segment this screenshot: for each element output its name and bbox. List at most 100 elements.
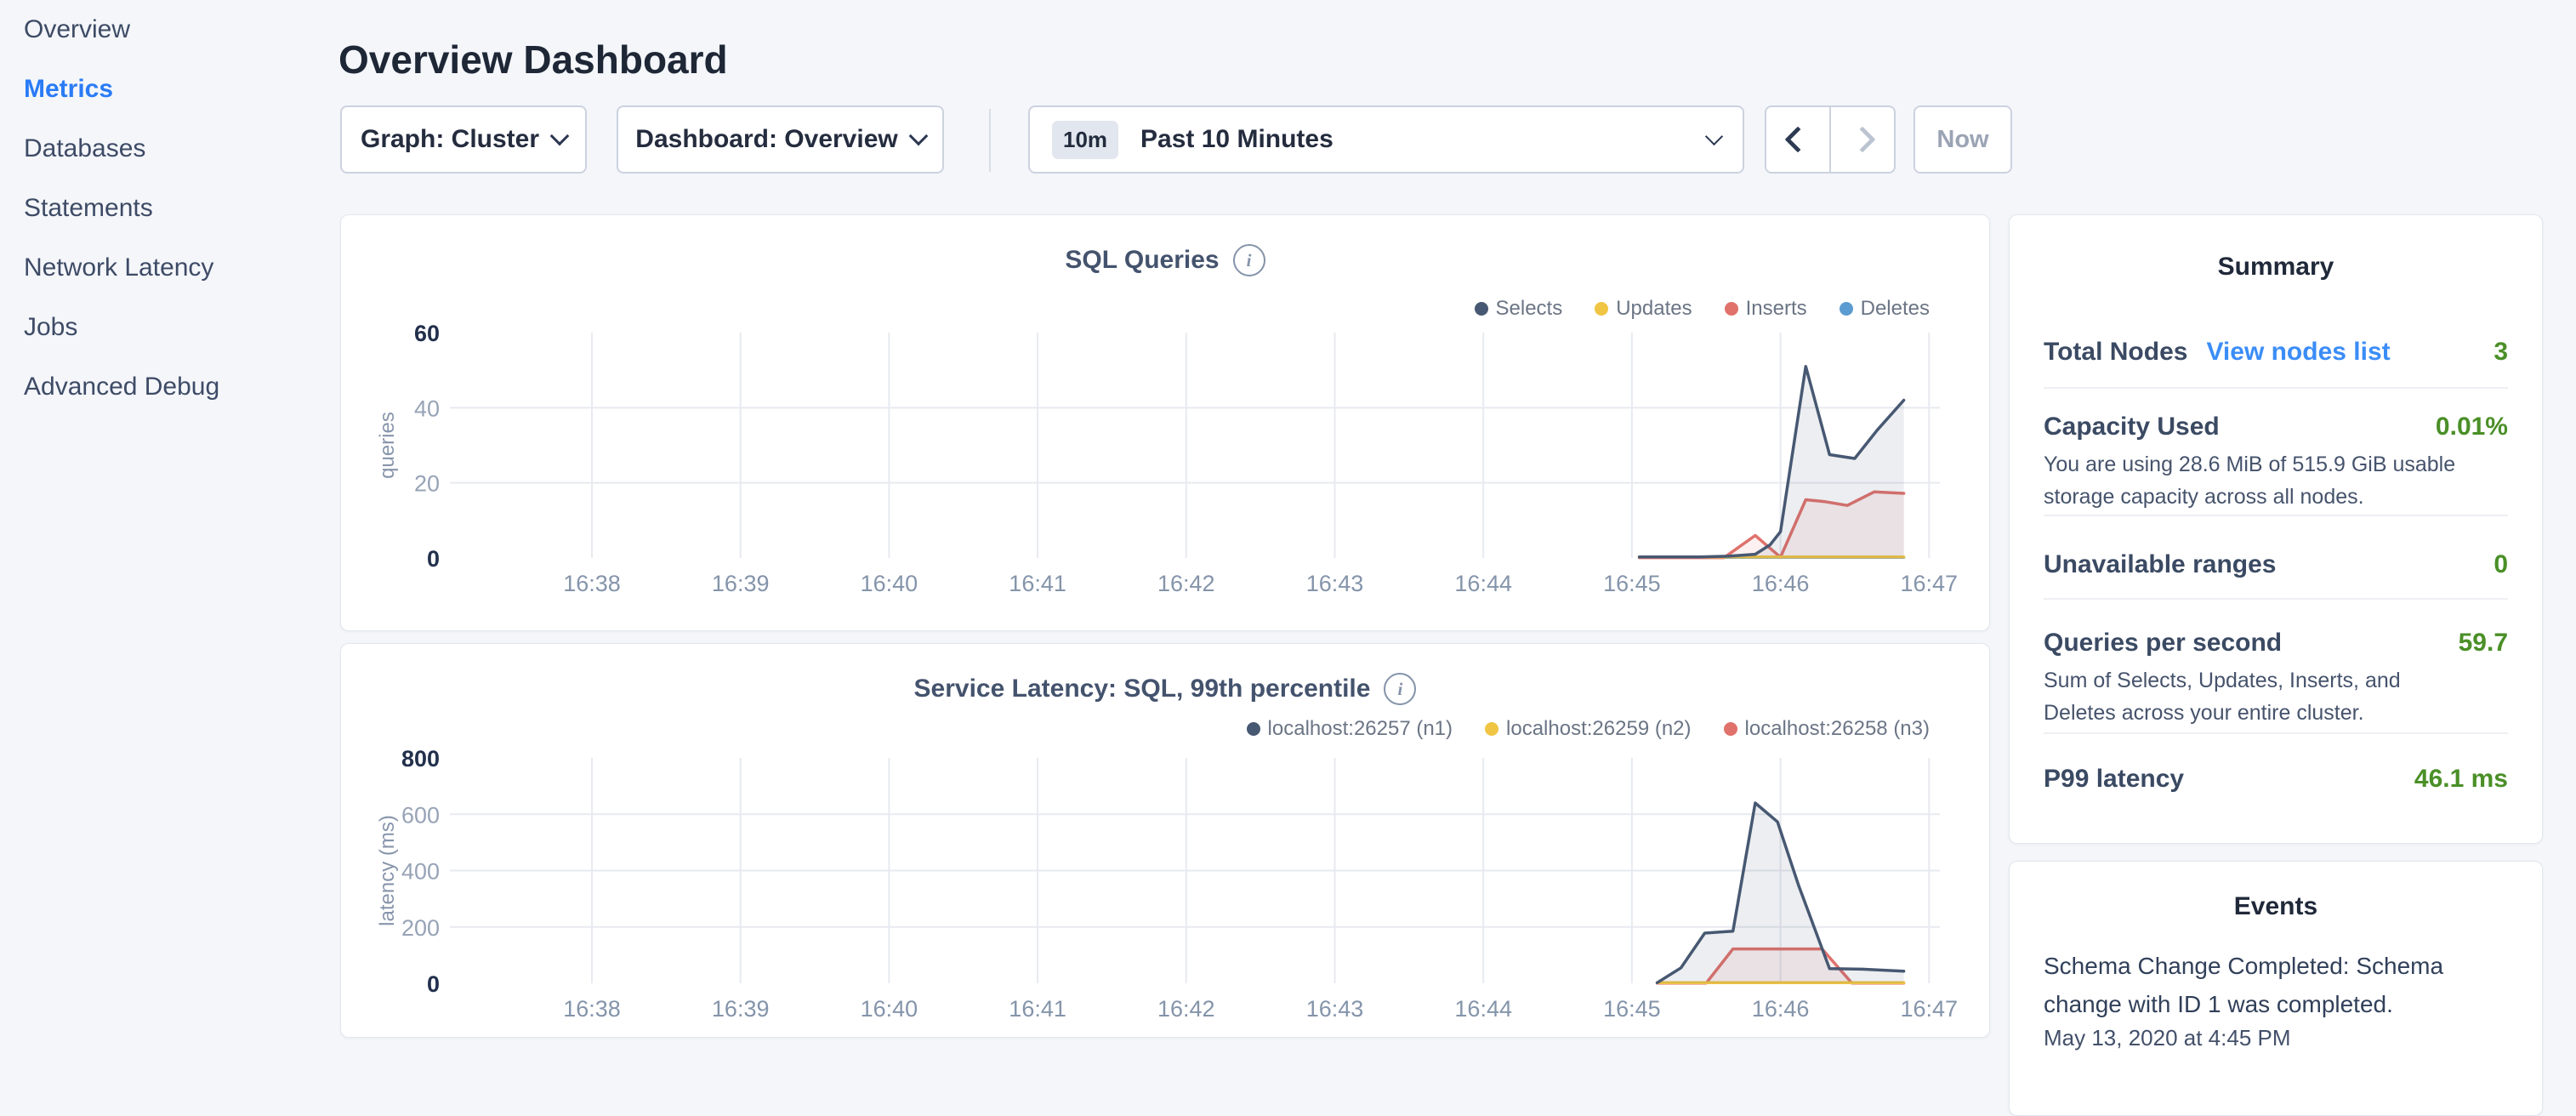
svg-text:200: 200 [401, 915, 440, 941]
time-range-label: Past 10 Minutes [1140, 125, 1333, 154]
svg-text:16:39: 16:39 [712, 571, 770, 596]
sidebar-item-advanced-debug[interactable]: Advanced Debug [24, 357, 313, 417]
legend-dot-icon [1475, 302, 1488, 316]
chevron-down-icon [908, 127, 928, 146]
summary-row-queries-per-second: Queries per second 59.7 [2044, 629, 2508, 658]
event-message[interactable]: Schema Change Completed: Schema change w… [2044, 947, 2448, 1023]
divider [2044, 387, 2508, 389]
summary-title: Summary [2010, 253, 2542, 282]
legend-dot-icon [1725, 302, 1738, 316]
chart-title: SQL Queries i [341, 244, 1989, 276]
svg-text:16:44: 16:44 [1454, 996, 1512, 1022]
service-latency-plot[interactable]: 16:38 16:39 16:40 16:41 16:42 16:43 16:44 16:45… [358, 741, 1974, 1039]
sidebar-nav: Overview Metrics Databases Statements Ne… [24, 0, 313, 417]
legend-dot-icon [1485, 722, 1498, 736]
sidebar-item-metrics[interactable]: Metrics [24, 60, 313, 119]
svg-text:16:40: 16:40 [861, 996, 918, 1022]
chevron-right-icon [1849, 126, 1875, 152]
time-nav-arrows [1765, 105, 1896, 174]
dashboard-selector-dropdown[interactable]: Dashboard: Overview [617, 105, 944, 174]
summary-row-total-nodes: Total Nodes View nodes list 3 [2044, 338, 2508, 367]
sidebar-item-overview[interactable]: Overview [24, 0, 313, 60]
summary-value: 0.01% [2436, 413, 2508, 441]
summary-label: P99 latency [2044, 765, 2184, 794]
legend-dot-icon [1247, 722, 1260, 736]
summary-value: 59.7 [2459, 629, 2508, 658]
time-range-selector[interactable]: 10m Past 10 Minutes [1028, 105, 1744, 174]
svg-text:0: 0 [427, 546, 440, 572]
dashboard-selector-label: Dashboard: Overview [635, 125, 897, 154]
svg-text:16:47: 16:47 [1901, 996, 1959, 1022]
svg-text:60: 60 [414, 321, 440, 346]
svg-text:16:41: 16:41 [1009, 571, 1066, 596]
legend-item: localhost:26257 (n1) [1247, 717, 1453, 741]
legend-label: localhost:26259 (n2) [1506, 717, 1691, 741]
summary-label: Queries per second [2044, 629, 2282, 658]
svg-text:latency (ms): latency (ms) [376, 815, 399, 926]
svg-text:16:38: 16:38 [563, 571, 621, 596]
svg-text:16:43: 16:43 [1306, 996, 1364, 1022]
summary-description: Sum of Selects, Updates, Inserts, and De… [2044, 664, 2473, 729]
svg-text:16:38: 16:38 [563, 996, 621, 1022]
svg-text:queries: queries [376, 412, 399, 479]
summary-value: 3 [2494, 338, 2508, 367]
svg-text:16:47: 16:47 [1901, 571, 1959, 596]
svg-text:16:46: 16:46 [1752, 996, 1810, 1022]
svg-text:16:42: 16:42 [1157, 571, 1215, 596]
svg-text:0: 0 [427, 971, 440, 997]
controls-divider [989, 109, 991, 172]
summary-panel: Summary Total Nodes View nodes list 3 Ca… [2009, 214, 2543, 844]
svg-text:16:40: 16:40 [861, 571, 918, 596]
svg-text:16:39: 16:39 [712, 996, 770, 1022]
legend-dot-icon [1840, 302, 1853, 316]
summary-row-unavailable-ranges: Unavailable ranges 0 [2044, 550, 2508, 579]
events-title: Events [2010, 892, 2542, 921]
chart-legend: localhost:26257 (n1) localhost:26259 (n2)… [1247, 717, 1930, 741]
summary-description: You are using 28.6 MiB of 515.9 GiB usab… [2044, 448, 2473, 513]
now-button[interactable]: Now [1914, 105, 2012, 174]
sidebar-item-network-latency[interactable]: Network Latency [24, 238, 313, 298]
chart-title-text: Service Latency: SQL, 99th percentile [914, 675, 1371, 703]
legend-label: localhost:26258 (n3) [1745, 717, 1930, 741]
sidebar-item-statements[interactable]: Statements [24, 179, 313, 238]
time-forward-button[interactable] [1829, 107, 1894, 172]
legend-label: localhost:26257 (n1) [1268, 717, 1453, 741]
summary-label: Total Nodes [2044, 338, 2187, 367]
svg-text:16:44: 16:44 [1454, 571, 1512, 596]
chevron-left-icon [1784, 126, 1811, 152]
svg-text:16:45: 16:45 [1603, 571, 1661, 596]
graph-selector-dropdown[interactable]: Graph: Cluster [340, 105, 587, 174]
info-icon[interactable]: i [1233, 244, 1265, 276]
chart-title-text: SQL Queries [1065, 246, 1219, 275]
divider [2044, 732, 2508, 734]
info-icon[interactable]: i [1384, 673, 1416, 705]
event-timestamp: May 13, 2020 at 4:45 PM [2044, 1025, 2291, 1051]
chevron-down-icon [550, 127, 570, 146]
svg-text:16:41: 16:41 [1009, 996, 1066, 1022]
chart-title: Service Latency: SQL, 99th percentile i [341, 673, 1989, 705]
sidebar-item-databases[interactable]: Databases [24, 119, 313, 179]
sidebar-item-jobs[interactable]: Jobs [24, 298, 313, 357]
time-back-button[interactable] [1766, 107, 1829, 172]
summary-value: 46.1 ms [2414, 765, 2508, 794]
svg-text:20: 20 [414, 471, 440, 497]
sql-queries-plot[interactable]: 16:38 16:39 16:40 16:41 16:42 16:43 16:44 16:45… [358, 316, 1974, 613]
legend-item: localhost:26259 (n2) [1485, 717, 1691, 741]
view-nodes-list-link[interactable]: View nodes list [2206, 338, 2390, 367]
svg-text:16:43: 16:43 [1306, 571, 1364, 596]
legend-dot-icon [1724, 722, 1737, 736]
summary-label: Capacity Used [2044, 413, 2220, 441]
summary-label: Unavailable ranges [2044, 550, 2276, 579]
legend-dot-icon [1595, 302, 1608, 316]
svg-text:16:45: 16:45 [1603, 996, 1661, 1022]
svg-text:16:46: 16:46 [1752, 571, 1810, 596]
svg-text:400: 400 [401, 859, 440, 885]
summary-value: 0 [2494, 550, 2508, 579]
svg-text:16:42: 16:42 [1157, 996, 1215, 1022]
summary-row-p99-latency: P99 latency 46.1 ms [2044, 765, 2508, 794]
events-panel: Events Schema Change Completed: Schema c… [2009, 861, 2543, 1116]
page-title: Overview Dashboard [338, 37, 728, 83]
chevron-down-icon [1705, 127, 1723, 145]
divider [2044, 515, 2508, 516]
svg-text:800: 800 [401, 746, 440, 772]
